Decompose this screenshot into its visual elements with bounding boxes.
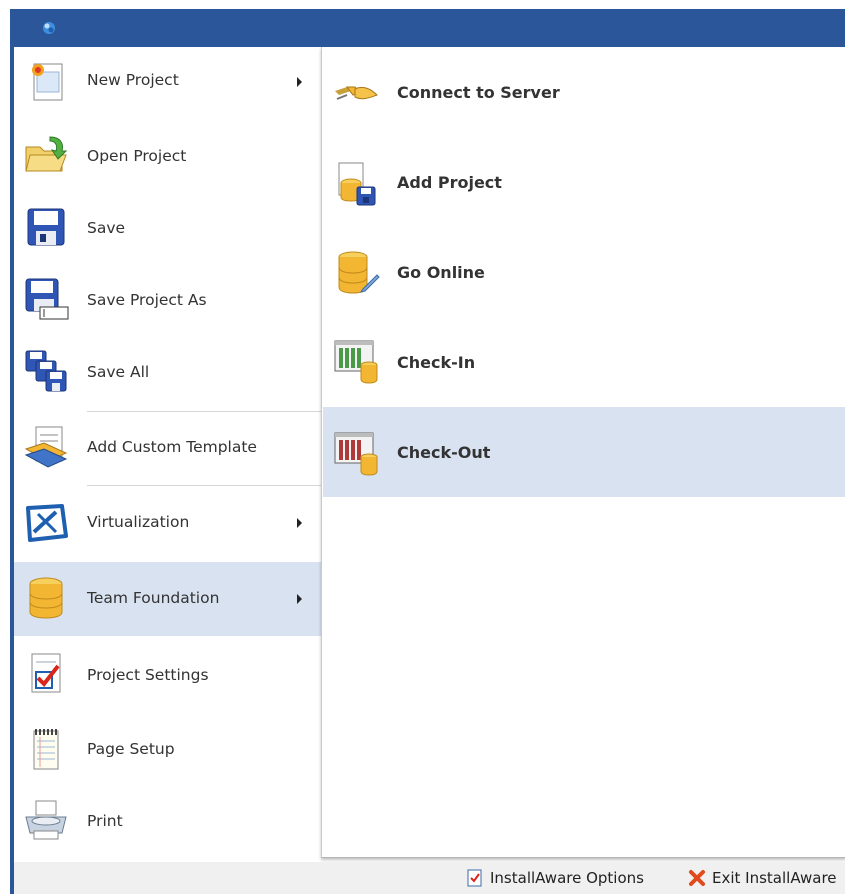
floppy-disk-icon — [27, 208, 65, 246]
menu-item-save-all[interactable]: Save All — [14, 337, 321, 409]
submenu-item-go-online[interactable]: Go Online — [323, 227, 845, 317]
menu-item-project-settings[interactable]: Project Settings — [14, 636, 321, 712]
menu-item-team-foundation[interactable]: Team Foundation — [14, 562, 321, 636]
virtualization-icon — [26, 504, 68, 542]
new-project-icon — [32, 63, 63, 101]
installaware-orb-icon[interactable] — [42, 21, 56, 35]
team-foundation-submenu: Connect to Server Add Project Go Online — [321, 47, 845, 858]
menu-item-label: New Project — [87, 71, 179, 89]
menu-item-add-custom-template[interactable]: Add Custom Template — [14, 412, 321, 485]
submenu-item-label: Add Project — [397, 173, 502, 192]
title-bar — [10, 9, 845, 48]
exit-installaware-button[interactable]: Exit InstallAware — [688, 868, 837, 888]
menu-item-save-project-as[interactable]: Save Project As — [14, 265, 321, 337]
database-icon — [29, 577, 63, 619]
exit-x-icon — [689, 870, 705, 886]
file-menu-commands: New Project Open Project Save Save Proje… — [10, 47, 321, 862]
exit-installaware-label: Exit InstallAware — [712, 869, 837, 887]
menu-item-page-setup[interactable]: Page Setup — [14, 712, 321, 786]
menu-item-virtualization[interactable]: Virtualization — [14, 486, 321, 560]
save-all-icon — [25, 350, 67, 392]
plug-icon — [335, 86, 378, 100]
menu-item-save[interactable]: Save — [14, 193, 321, 265]
submenu-item-label: Check-Out — [397, 443, 491, 462]
file-menu-backstage: New Project Open Project Save Save Proje… — [10, 47, 845, 862]
submenu-item-label: Check-In — [397, 353, 476, 372]
check-out-icon — [334, 432, 378, 476]
submenu-item-check-in[interactable]: Check-In — [323, 317, 845, 407]
options-checkbox-icon — [467, 869, 482, 887]
submenu-item-label: Connect to Server — [397, 83, 560, 102]
menu-item-label: Save Project As — [87, 291, 207, 309]
chevron-right-icon — [297, 594, 302, 604]
chevron-right-icon — [297, 518, 302, 528]
menu-item-print[interactable]: Print — [14, 786, 321, 858]
checklist-icon — [31, 653, 61, 693]
menu-item-label: Open Project — [87, 147, 187, 165]
submenu-item-label: Go Online — [397, 263, 485, 282]
go-online-icon — [338, 251, 380, 294]
installaware-options-label: InstallAware Options — [490, 869, 644, 887]
menu-item-label: Virtualization — [87, 513, 190, 531]
menu-item-label: Team Foundation — [87, 589, 220, 607]
open-folder-icon — [25, 136, 68, 172]
chevron-right-icon — [297, 77, 302, 87]
template-icon — [24, 426, 68, 468]
submenu-item-check-out[interactable]: Check-Out — [323, 407, 845, 497]
menu-item-open-project[interactable]: Open Project — [14, 117, 321, 193]
printer-icon — [25, 800, 67, 840]
menu-item-label: Print — [87, 812, 123, 830]
add-project-icon — [338, 162, 376, 206]
menu-item-label: Page Setup — [87, 740, 175, 758]
installaware-options-button[interactable]: InstallAware Options — [466, 868, 644, 888]
menu-item-label: Save All — [87, 363, 150, 381]
menu-item-label: Save — [87, 219, 126, 237]
backstage-footer: InstallAware Options Exit InstallAware — [10, 862, 845, 894]
menu-item-label: Project Settings — [87, 666, 209, 684]
submenu-item-connect-to-server[interactable]: Connect to Server — [323, 47, 845, 137]
notepad-icon — [33, 729, 59, 770]
menu-item-new-project[interactable]: New Project — [14, 47, 321, 117]
submenu-item-add-project[interactable]: Add Project — [323, 137, 845, 227]
save-as-icon — [25, 278, 69, 320]
menu-item-label: Add Custom Template — [87, 438, 257, 456]
check-in-icon — [334, 340, 378, 384]
